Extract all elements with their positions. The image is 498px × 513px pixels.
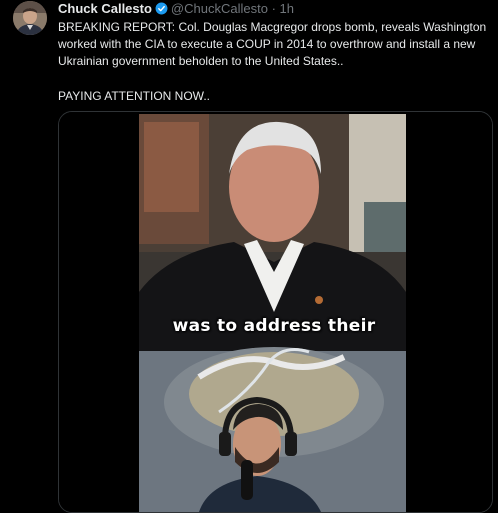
tweet-text: BREAKING REPORT: Col. Douglas Macgregor … xyxy=(58,19,490,105)
avatar[interactable] xyxy=(13,1,47,35)
verified-badge-icon xyxy=(155,2,168,15)
lower-video-panel xyxy=(139,347,406,512)
video-player[interactable]: was to address their xyxy=(58,111,493,513)
tweet-header: Chuck Callesto @ChuckCallesto · 1h xyxy=(58,1,294,17)
tweet-text-paragraph: BREAKING REPORT: Col. Douglas Macgregor … xyxy=(58,20,487,68)
user-handle[interactable]: @ChuckCallesto xyxy=(171,1,268,16)
video-caption: was to address their xyxy=(172,316,376,336)
avatar-image xyxy=(13,1,47,35)
video-frame xyxy=(59,112,492,512)
timestamp[interactable]: 1h xyxy=(280,1,294,16)
display-name[interactable]: Chuck Callesto xyxy=(58,1,152,16)
separator-dot: · xyxy=(271,1,276,16)
tweet[interactable]: Chuck Callesto @ChuckCallesto · 1h BREAKI… xyxy=(0,0,498,513)
tweet-text-paragraph-2: PAYING ATTENTION NOW.. xyxy=(58,89,211,103)
